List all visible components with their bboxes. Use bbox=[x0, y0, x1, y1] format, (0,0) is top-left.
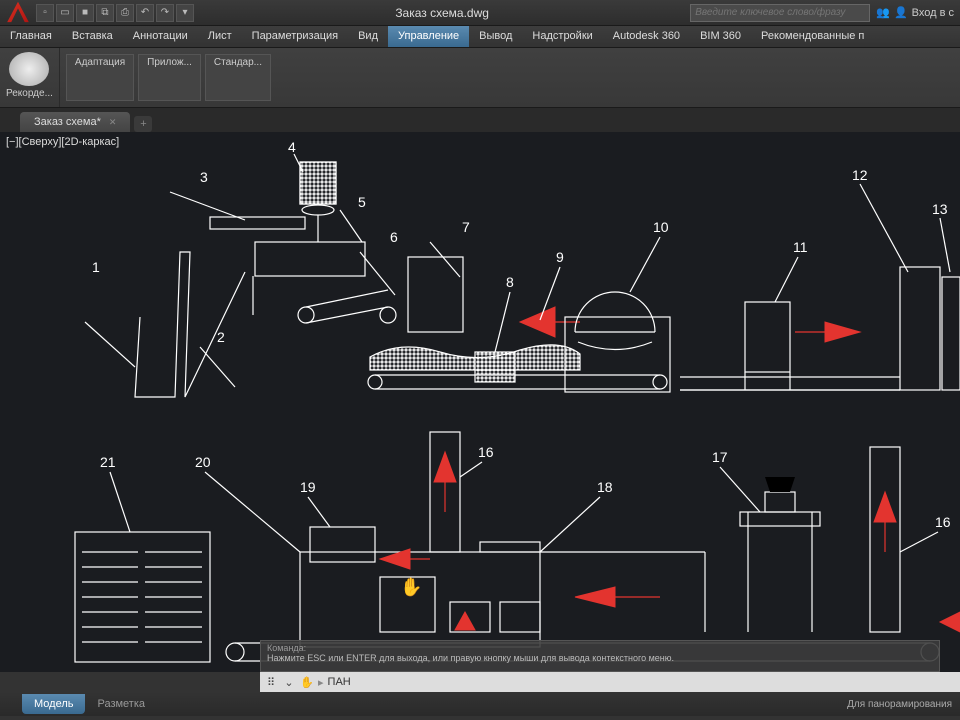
saveas-icon[interactable]: ⧉ bbox=[96, 4, 114, 22]
save-icon[interactable]: ■ bbox=[76, 4, 94, 22]
close-icon[interactable]: ✕ bbox=[109, 117, 117, 128]
svg-text:5: 5 bbox=[358, 194, 366, 210]
command-bar: ⠿ ⌄ ✋ ▸ bbox=[260, 672, 960, 692]
command-label: Команда: bbox=[267, 643, 933, 653]
tab-view[interactable]: Вид bbox=[348, 26, 388, 47]
tab-output[interactable]: Вывод bbox=[469, 26, 522, 47]
tab-addins[interactable]: Надстройки bbox=[522, 26, 602, 47]
command-line-history[interactable]: Команда: Нажмите ESC или ENTER для выход… bbox=[260, 640, 940, 672]
svg-text:16: 16 bbox=[478, 444, 494, 460]
svg-text:8: 8 bbox=[506, 274, 514, 290]
tab-manage[interactable]: Управление bbox=[388, 26, 469, 47]
svg-text:16: 16 bbox=[935, 514, 951, 530]
tab-sheet[interactable]: Лист bbox=[198, 26, 242, 47]
file-tab[interactable]: Заказ схема* ✕ bbox=[20, 112, 130, 132]
help-search-input[interactable] bbox=[690, 4, 870, 22]
status-text: Для панорамирования bbox=[847, 699, 960, 710]
tab-annotate[interactable]: Аннотации bbox=[123, 26, 198, 47]
qat-dropdown-icon[interactable]: ▾ bbox=[176, 4, 194, 22]
signin-label: Вход в с bbox=[912, 7, 954, 19]
recorder-button[interactable] bbox=[9, 52, 49, 86]
svg-text:13: 13 bbox=[932, 201, 948, 217]
svg-text:1: 1 bbox=[92, 259, 100, 275]
svg-text:7: 7 bbox=[462, 219, 470, 235]
file-tab-label: Заказ схема* bbox=[34, 116, 101, 128]
svg-text:17: 17 bbox=[712, 449, 728, 465]
tab-insert[interactable]: Вставка bbox=[62, 26, 123, 47]
print-icon[interactable]: ⎙ bbox=[116, 4, 134, 22]
svg-text:6: 6 bbox=[390, 229, 398, 245]
svg-text:3: 3 bbox=[200, 169, 208, 185]
drawing-content: 1 2 3 4 5 6 7 8 9 10 bbox=[0, 132, 960, 672]
svg-text:10: 10 bbox=[653, 219, 669, 235]
ribbon-btn-apps[interactable]: Прилож... bbox=[138, 54, 201, 101]
drawing-canvas[interactable]: [−][Сверху][2D-каркас] 1 2 3 4 5 6 7 bbox=[0, 132, 960, 672]
command-input[interactable] bbox=[328, 676, 956, 688]
title-bar: ▫ ▭ ■ ⧉ ⎙ ↶ ↷ ▾ Заказ схема.dwg 👥 👤 Вход… bbox=[0, 0, 960, 26]
undo-icon[interactable]: ↶ bbox=[136, 4, 154, 22]
svg-text:21: 21 bbox=[100, 454, 116, 470]
recorder-label: Рекорде... bbox=[6, 88, 53, 99]
tab-bim360[interactable]: BIM 360 bbox=[690, 26, 751, 47]
app-logo-icon[interactable] bbox=[6, 1, 30, 25]
ribbon-btn-standards[interactable]: Стандар... bbox=[205, 54, 271, 101]
quick-access-toolbar: ▫ ▭ ■ ⧉ ⎙ ↶ ↷ ▾ bbox=[36, 4, 194, 22]
new-icon[interactable]: ▫ bbox=[36, 4, 54, 22]
ribbon-panel: Рекорде... Адаптация Прилож... Стандар..… bbox=[0, 48, 960, 108]
cmd-close-icon[interactable]: ⠿ bbox=[264, 675, 278, 689]
ribbon-btn-customize[interactable]: Адаптация bbox=[66, 54, 134, 101]
ribbon-tabs: Главная Вставка Аннотации Лист Параметри… bbox=[0, 26, 960, 48]
svg-text:19: 19 bbox=[300, 479, 316, 495]
svg-text:18: 18 bbox=[597, 479, 613, 495]
svg-text:20: 20 bbox=[195, 454, 211, 470]
svg-text:2: 2 bbox=[217, 329, 225, 345]
status-bar: Модель Разметка Для панорамирования bbox=[0, 692, 960, 716]
tab-featured[interactable]: Рекомендованные п bbox=[751, 26, 874, 47]
cmd-pan-icon: ✋ bbox=[300, 675, 314, 689]
command-hint: Нажмите ESC или ENTER для выхода, или пр… bbox=[267, 653, 933, 663]
document-title: Заказ схема.dwg bbox=[194, 6, 690, 20]
file-tabs: Заказ схема* ✕ + bbox=[0, 108, 960, 132]
people-icon: 👥 bbox=[876, 6, 890, 19]
tab-parametric[interactable]: Параметризация bbox=[242, 26, 348, 47]
svg-text:12: 12 bbox=[852, 167, 868, 183]
ribbon-group-recorder: Рекорде... bbox=[0, 48, 60, 107]
cmd-customize-icon[interactable]: ⌄ bbox=[282, 675, 296, 689]
model-tab[interactable]: Модель bbox=[22, 694, 85, 714]
svg-text:11: 11 bbox=[793, 239, 808, 255]
svg-text:4: 4 bbox=[288, 139, 296, 155]
signin-area[interactable]: 👥 👤 Вход в с bbox=[876, 6, 954, 19]
new-tab-button[interactable]: + bbox=[134, 116, 152, 132]
rack-slats bbox=[82, 552, 202, 642]
redo-icon[interactable]: ↷ bbox=[156, 4, 174, 22]
pan-cursor-icon: ✋ bbox=[400, 577, 422, 598]
user-icon: 👤 bbox=[894, 6, 908, 19]
layout-tab[interactable]: Разметка bbox=[85, 694, 157, 714]
svg-text:9: 9 bbox=[556, 249, 564, 265]
open-icon[interactable]: ▭ bbox=[56, 4, 74, 22]
tab-home[interactable]: Главная bbox=[0, 26, 62, 47]
tab-a360[interactable]: Autodesk 360 bbox=[603, 26, 690, 47]
